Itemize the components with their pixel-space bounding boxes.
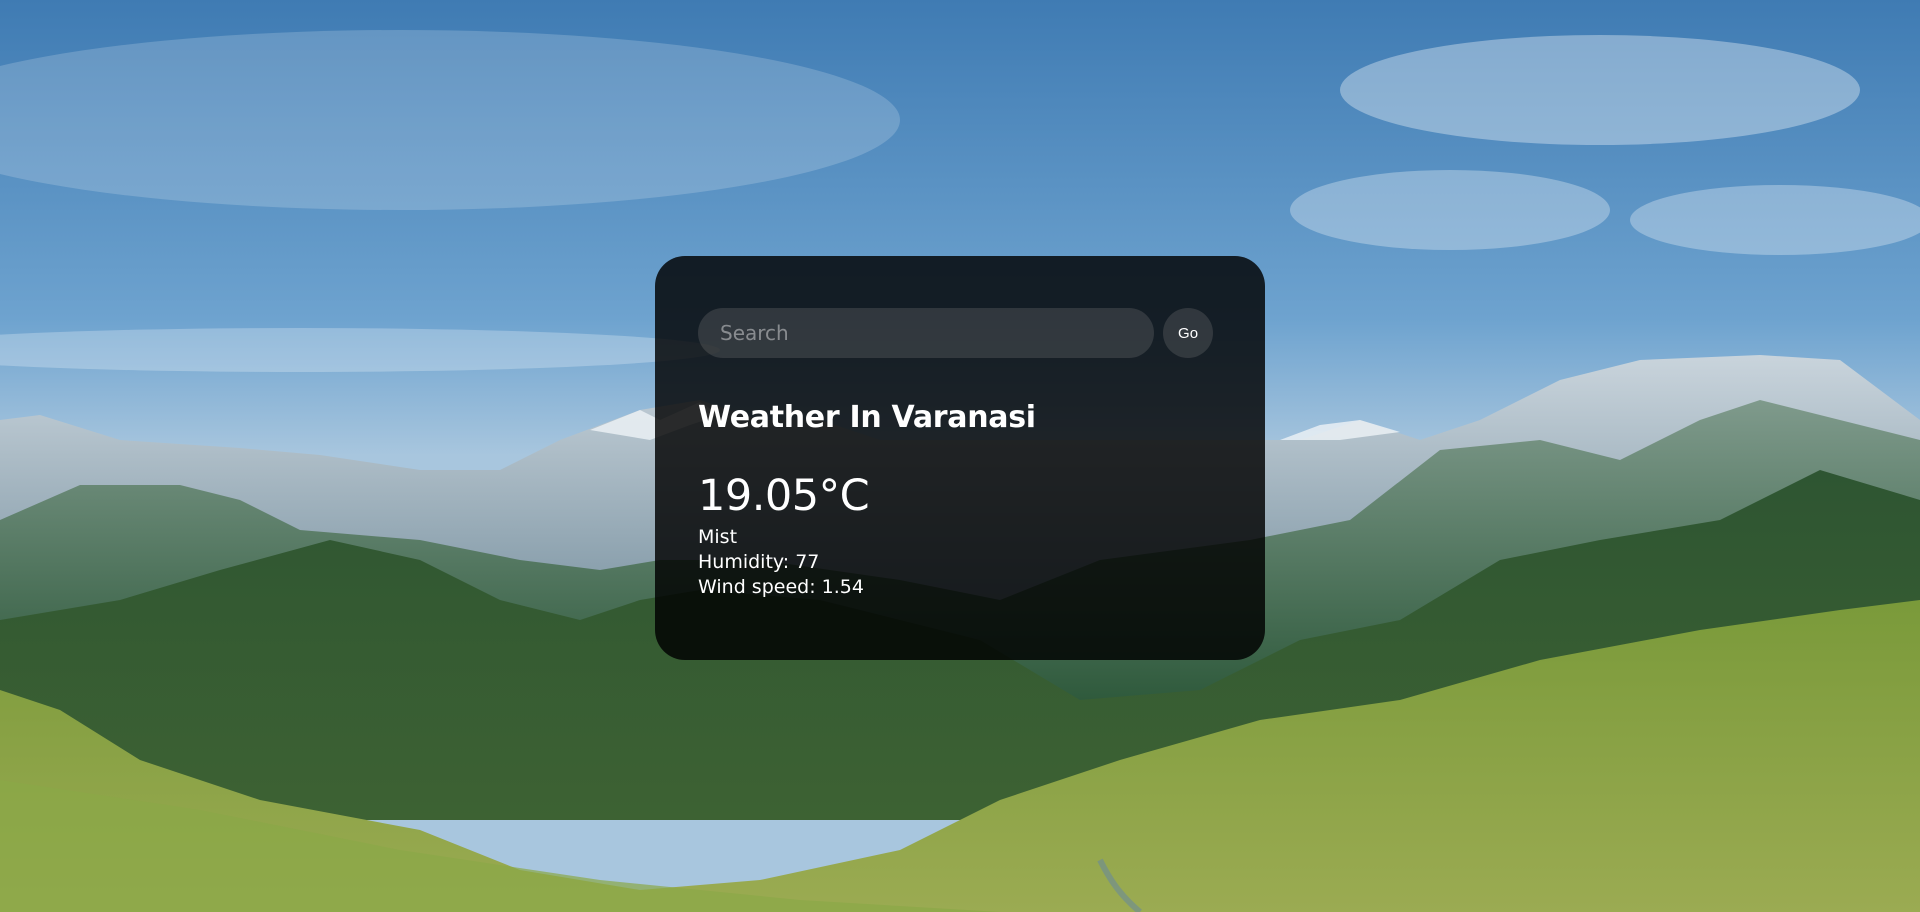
humidity-text: Humidity: 77 xyxy=(698,551,820,573)
temperature-value: 19.05°C xyxy=(698,471,870,521)
weather-card: Go Weather In Varanasi 19.05°C Mist Humi… xyxy=(655,256,1265,660)
search-input[interactable] xyxy=(698,308,1155,358)
weather-app: Go Weather In Varanasi 19.05°C Mist Humi… xyxy=(0,0,1920,912)
search-bar: Go xyxy=(698,308,1213,358)
go-button[interactable]: Go xyxy=(1163,308,1213,358)
city-title: Weather In Varanasi xyxy=(698,400,1036,435)
wind-speed-text: Wind speed: 1.54 xyxy=(698,576,864,598)
weather-description: Mist xyxy=(698,526,738,548)
